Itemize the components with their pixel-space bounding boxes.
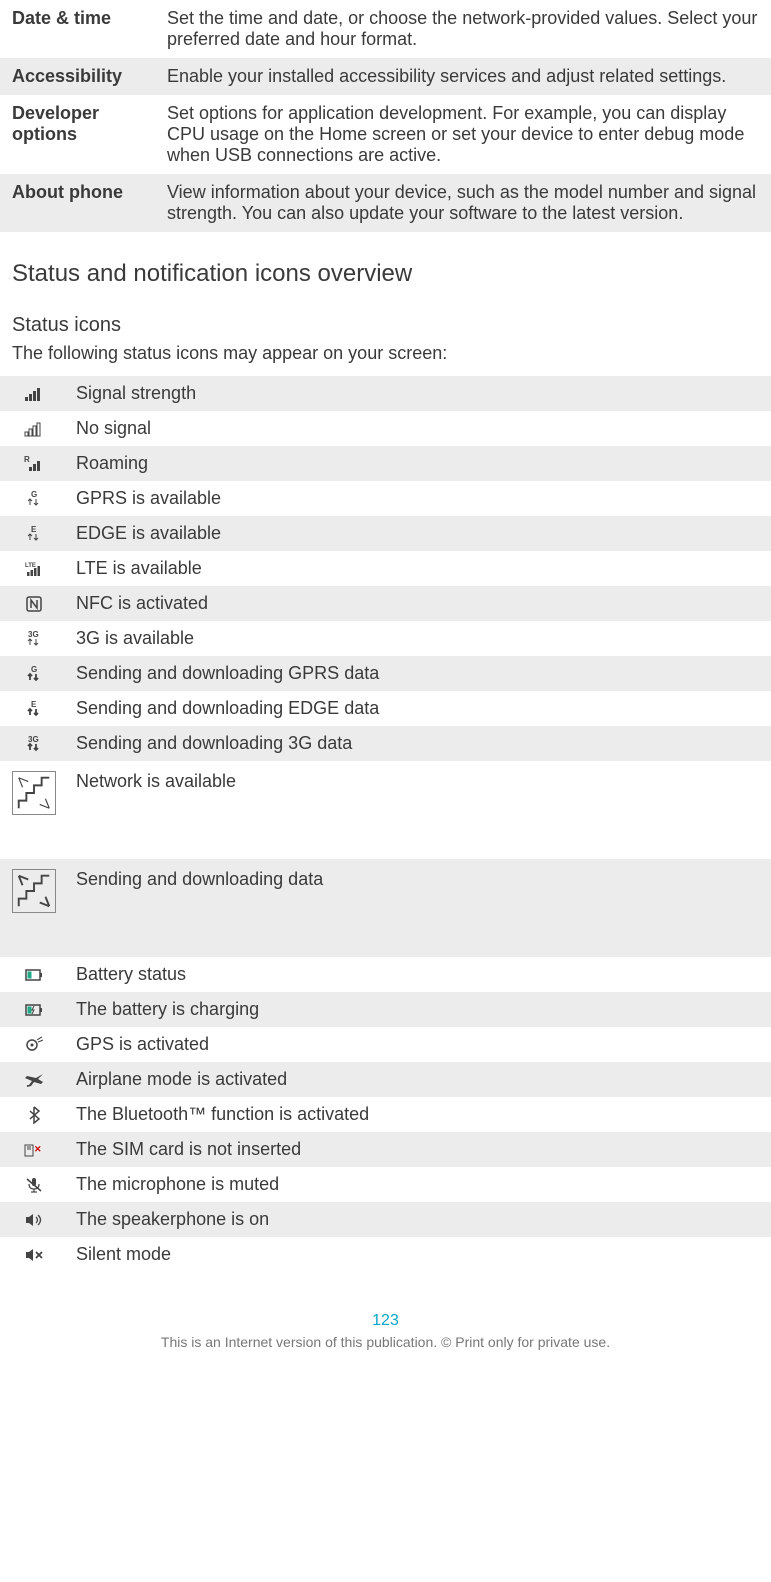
settings-table: Date & time Set the time and date, or ch… [0,0,771,232]
svg-text:R: R [24,455,30,464]
setting-description: Set the time and date, or choose the net… [155,0,771,58]
svg-text:E: E [31,525,37,534]
table-row: Sending and downloading data [0,859,771,957]
table-row: Date & time Set the time and date, or ch… [0,0,771,58]
table-row: The microphone is muted [0,1167,771,1202]
setting-label: Developer options [0,95,155,174]
intro-text: The following status icons may appear on… [0,341,771,376]
svg-text:✕: ✕ [34,1144,42,1154]
table-row: About phone View information about your … [0,174,771,232]
mic-muted-icon [23,1176,45,1194]
setting-description: Set options for application development.… [155,95,771,174]
footer-note: This is an Internet version of this publ… [0,1334,771,1362]
speakerphone-icon [23,1211,45,1229]
no-signal-icon [23,420,45,438]
icon-description: Silent mode [64,1237,771,1272]
gps-activated-icon [23,1036,45,1054]
table-row: G GPRS is available [0,481,771,516]
table-row: 3G 3G is available [0,621,771,656]
page-number: 123 [0,1272,771,1334]
network-available-icon [12,771,56,815]
icon-description: The speakerphone is on [64,1202,771,1237]
icon-description: Sending and downloading 3G data [64,726,771,761]
table-row: E Sending and downloading EDGE data [0,691,771,726]
table-row: R Roaming [0,446,771,481]
setting-description: Enable your installed accessibility serv… [155,58,771,95]
table-row: GPS is activated [0,1027,771,1062]
setting-label: Accessibility [0,58,155,95]
icon-description: EDGE is available [64,516,771,551]
svg-text:3G: 3G [28,630,39,639]
bluetooth-icon [23,1106,45,1124]
icon-description: Battery status [64,957,771,992]
svg-text:G: G [31,665,37,674]
icon-description: Airplane mode is activated [64,1062,771,1097]
battery-charging-icon [23,1001,45,1019]
icon-description: Sending and downloading GPRS data [64,656,771,691]
table-row: Airplane mode is activated [0,1062,771,1097]
edge-available-icon: E [23,525,45,543]
table-row: The speakerphone is on [0,1202,771,1237]
3g-data-icon: 3G [23,735,45,753]
silent-mode-icon [23,1246,45,1264]
airplane-mode-icon [23,1071,45,1089]
roaming-icon: R [23,455,45,473]
icon-description: Signal strength [64,376,771,411]
data-transfer-icon [12,869,56,913]
table-row: Signal strength [0,376,771,411]
edge-data-icon: E [23,700,45,718]
icon-description: 3G is available [64,621,771,656]
table-row: The Bluetooth™ function is activated [0,1097,771,1132]
gprs-available-icon: G [23,490,45,508]
setting-description: View information about your device, such… [155,174,771,232]
icon-description: Sending and downloading EDGE data [64,691,771,726]
icon-description: LTE is available [64,551,771,586]
svg-text:3G: 3G [28,735,39,744]
table-row: Network is available [0,761,771,859]
table-row: LTE LTE is available [0,551,771,586]
3g-available-icon: 3G [23,630,45,648]
table-row: Battery status [0,957,771,992]
table-row: Silent mode [0,1237,771,1272]
setting-label: About phone [0,174,155,232]
icon-description: The SIM card is not inserted [64,1132,771,1167]
sub-heading: Status icons [0,296,771,341]
table-row: E EDGE is available [0,516,771,551]
icon-description: The microphone is muted [64,1167,771,1202]
gprs-data-icon: G [23,665,45,683]
icon-description: Roaming [64,446,771,481]
lte-available-icon: LTE [23,560,45,578]
icon-description: Sending and downloading data [64,859,771,957]
icon-description: No signal [64,411,771,446]
nfc-activated-icon [23,595,45,613]
table-row: Accessibility Enable your installed acce… [0,58,771,95]
icon-description: The Bluetooth™ function is activated [64,1097,771,1132]
section-heading: Status and notification icons overview [0,232,771,296]
table-row: G Sending and downloading GPRS data [0,656,771,691]
svg-text:G: G [31,490,37,499]
table-row: The battery is charging [0,992,771,1027]
status-icons-table: Signal strength No signal R Roaming G GP… [0,376,771,1272]
table-row: ✕ The SIM card is not inserted [0,1132,771,1167]
icon-description: NFC is activated [64,586,771,621]
table-row: No signal [0,411,771,446]
svg-text:E: E [31,700,37,709]
table-row: NFC is activated [0,586,771,621]
icon-description: GPRS is available [64,481,771,516]
icon-description: GPS is activated [64,1027,771,1062]
table-row: 3G Sending and downloading 3G data [0,726,771,761]
table-row: Developer options Set options for applic… [0,95,771,174]
icon-description: Network is available [64,761,771,859]
icon-description: The battery is charging [64,992,771,1027]
setting-label: Date & time [0,0,155,58]
battery-status-icon [23,966,45,984]
no-sim-icon: ✕ [23,1141,45,1159]
signal-strength-icon [23,385,45,403]
